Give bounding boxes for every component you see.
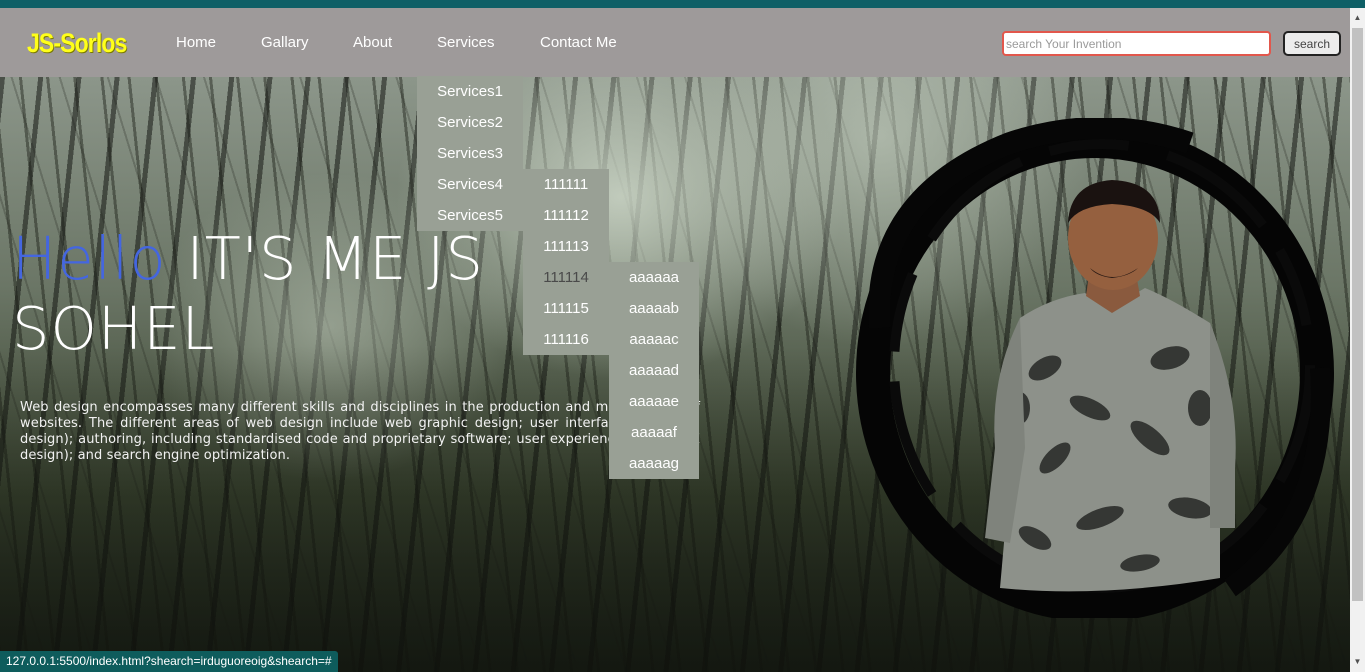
right-arm <box>1210 323 1236 528</box>
nested-submenu-item[interactable]: aaaaaf <box>609 417 699 448</box>
submenu-item[interactable]: 111112 <box>523 200 609 231</box>
triangle-up-icon[interactable]: ▲ <box>1350 10 1365 26</box>
services-menu-item[interactable]: Services5 <box>417 200 523 231</box>
status-bar-url: 127.0.0.1:5500/index.html?shearch=irdugu… <box>0 651 338 672</box>
services4-submenu: 111111 111112 111113 111114 111115 11111… <box>523 169 609 355</box>
search-button[interactable]: search <box>1283 31 1341 56</box>
services-menu-item[interactable]: Services2 <box>417 107 523 138</box>
submenu-item[interactable]: 111113 <box>523 231 609 262</box>
nested-submenu: aaaaaa aaaaab aaaaac aaaaad aaaaae aaaaa… <box>609 262 699 479</box>
nested-submenu-item[interactable]: aaaaag <box>609 448 699 479</box>
search-input[interactable] <box>1002 31 1271 56</box>
browser-top-strip <box>0 0 1365 8</box>
nested-submenu-item[interactable]: aaaaae <box>609 386 699 417</box>
submenu-item-hovered[interactable]: 111114 <box>523 262 609 293</box>
nav-gallary[interactable]: Gallary <box>261 34 309 51</box>
navbar: JS-Sorlos Home Gallary About Services Co… <box>0 8 1350 77</box>
submenu-item[interactable]: 111115 <box>523 293 609 324</box>
nav-contact-me[interactable]: Contact Me <box>540 34 617 51</box>
services-menu-item[interactable]: Services3 <box>417 138 523 169</box>
nav-services[interactable]: Services <box>437 34 495 51</box>
hero-description: Web design encompasses many different sk… <box>20 400 700 463</box>
triangle-down-icon[interactable]: ▼ <box>1350 654 1365 670</box>
submenu-item[interactable]: 111111 <box>523 169 609 200</box>
nested-submenu-item[interactable]: aaaaac <box>609 324 699 355</box>
submenu-item[interactable]: 111116 <box>523 324 609 355</box>
services-dropdown: Services1 Services2 Services3 Services4 … <box>417 76 523 231</box>
site-logo[interactable]: JS-Sorlos <box>27 28 127 59</box>
services-menu-item[interactable]: Services4 <box>417 169 523 200</box>
services-menu-item[interactable]: Services1 <box>417 76 523 107</box>
nav-home[interactable]: Home <box>176 34 216 51</box>
nav-about[interactable]: About <box>353 34 392 51</box>
hero-hello: Hello <box>12 224 167 293</box>
hero-title-line1: IT'S ME JS <box>186 224 484 293</box>
nested-submenu-item[interactable]: aaaaad <box>609 355 699 386</box>
nested-submenu-item[interactable]: aaaaaa <box>609 262 699 293</box>
vertical-scrollbar[interactable]: ▲ ▼ <box>1350 8 1365 672</box>
nested-submenu-item[interactable]: aaaaab <box>609 293 699 324</box>
hero-heading: Hello IT'S ME JS SOHEL <box>12 224 484 364</box>
scrollbar-thumb[interactable] <box>1352 28 1363 601</box>
profile-portrait <box>856 118 1334 618</box>
hero-title-line2: SOHEL <box>12 294 216 363</box>
